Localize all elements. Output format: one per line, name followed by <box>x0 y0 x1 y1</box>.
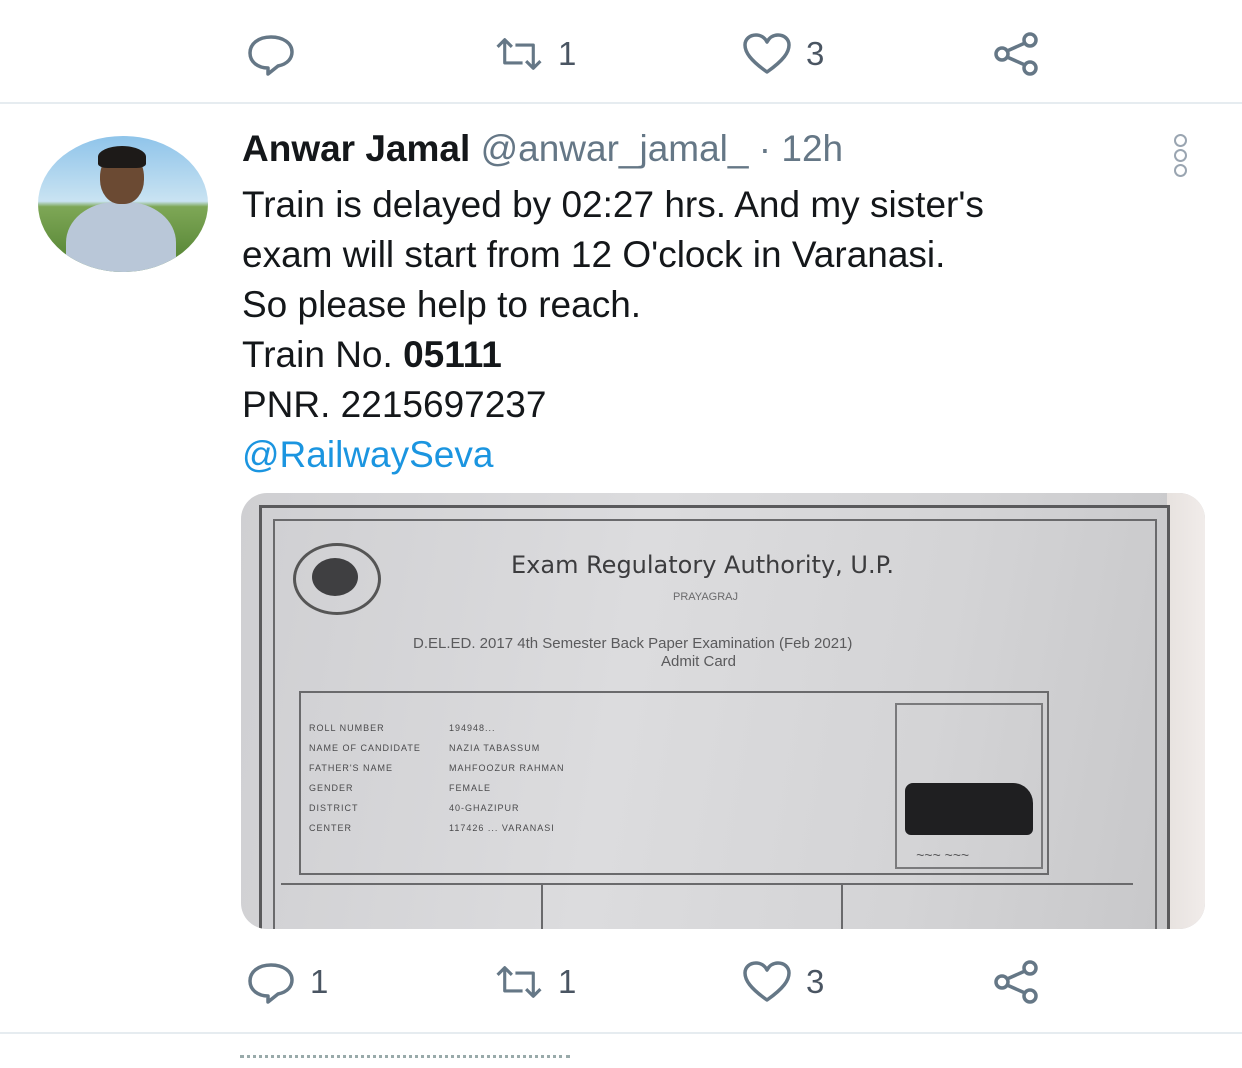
retweet-icon <box>496 38 542 70</box>
share-button[interactable] <box>992 32 1042 76</box>
tweet-line-pnr: PNR. 2215697237 <box>242 384 547 425</box>
reply-count: 1 <box>310 963 329 1000</box>
tweet-divider <box>0 102 1242 104</box>
retweet-button[interactable]: 1 <box>494 32 576 76</box>
detail-row: NAME OF CANDIDATE NAZIA TABASSUM <box>309 743 541 753</box>
train-number: 05111 <box>403 334 502 375</box>
admit-card-exam-name: D.EL.ED. 2017 4th Semester Back Paper Ex… <box>413 635 853 652</box>
more-dot-icon <box>1173 134 1187 147</box>
retweet-button[interactable]: 1 <box>494 960 576 1004</box>
retweet-count: 1 <box>558 963 577 1000</box>
tweet-text: Train is delayed by 02:27 hrs. And my si… <box>242 180 984 480</box>
tweet-header: Anwar Jamal @anwar_jamal_ · 12h <box>242 128 843 170</box>
author-name[interactable]: Anwar Jamal <box>242 128 470 169</box>
like-button[interactable]: 3 <box>742 32 824 76</box>
admit-card-bottom-table <box>281 883 1133 929</box>
header-separator: · <box>758 128 772 169</box>
avatar-hair <box>98 146 146 168</box>
prev-tweet-actions: 1 3 <box>0 24 1242 84</box>
like-button[interactable]: 3 <box>742 960 824 1004</box>
tweet-divider <box>0 1032 1242 1034</box>
detail-row: ROLL NUMBER 194948... <box>309 723 496 733</box>
avatar[interactable] <box>38 136 208 272</box>
retweet-icon <box>496 966 542 998</box>
tweet-line: Train is delayed by 02:27 hrs. And my si… <box>242 184 984 225</box>
tweet-line-train: Train No. 05111 <box>242 330 984 380</box>
tweet-line: exam will start from 12 O'clock in Varan… <box>242 234 946 275</box>
avatar-body <box>66 202 176 272</box>
detail-row: CENTER 117426 ... VARANASI <box>309 823 555 833</box>
reply-button[interactable] <box>246 32 310 76</box>
detail-row: FATHER'S NAME MAHFOOZUR RAHMAN <box>309 763 565 773</box>
share-icon <box>994 960 1038 1004</box>
reply-icon <box>248 35 294 76</box>
retweet-count: 1 <box>558 35 577 72</box>
heart-icon <box>743 33 791 74</box>
admit-card-title: Exam Regulatory Authority, U.P. <box>511 551 894 579</box>
author-handle[interactable]: @anwar_jamal_ <box>481 128 749 169</box>
mention-link[interactable]: @RailwaySeva <box>242 430 984 480</box>
more-options-button[interactable] <box>1170 132 1190 177</box>
admit-card-label: Admit Card <box>661 653 737 670</box>
next-tweet-partial <box>240 1055 570 1068</box>
share-icon <box>994 32 1038 76</box>
like-count: 3 <box>806 963 825 1000</box>
admit-card-subtitle: PRAYAGRAJ <box>673 591 738 603</box>
tweet-media-image[interactable]: Exam Regulatory Authority, U.P. PRAYAGRA… <box>241 493 1205 929</box>
more-dot-icon <box>1173 164 1187 177</box>
detail-row: GENDER FEMALE <box>309 783 492 793</box>
more-dot-icon <box>1173 149 1187 162</box>
like-count: 3 <box>806 35 825 72</box>
candidate-photo <box>905 783 1033 835</box>
media-edge <box>1167 493 1205 929</box>
tweet-actions: 1 1 3 <box>0 952 1242 1012</box>
seal-logo-icon <box>293 543 381 615</box>
signature-scribble: ~~~ ~~~ <box>916 847 969 863</box>
heart-icon <box>743 961 791 1002</box>
reply-icon <box>248 963 294 1004</box>
tweet-time[interactable]: 12h <box>781 128 843 169</box>
tweet-line: So please help to reach. <box>242 284 642 325</box>
share-button[interactable] <box>992 960 1042 1004</box>
reply-button[interactable]: 1 <box>246 960 328 1004</box>
train-prefix: Train No. <box>242 334 393 375</box>
detail-row: DISTRICT 40-GHAZIPUR <box>309 803 520 813</box>
